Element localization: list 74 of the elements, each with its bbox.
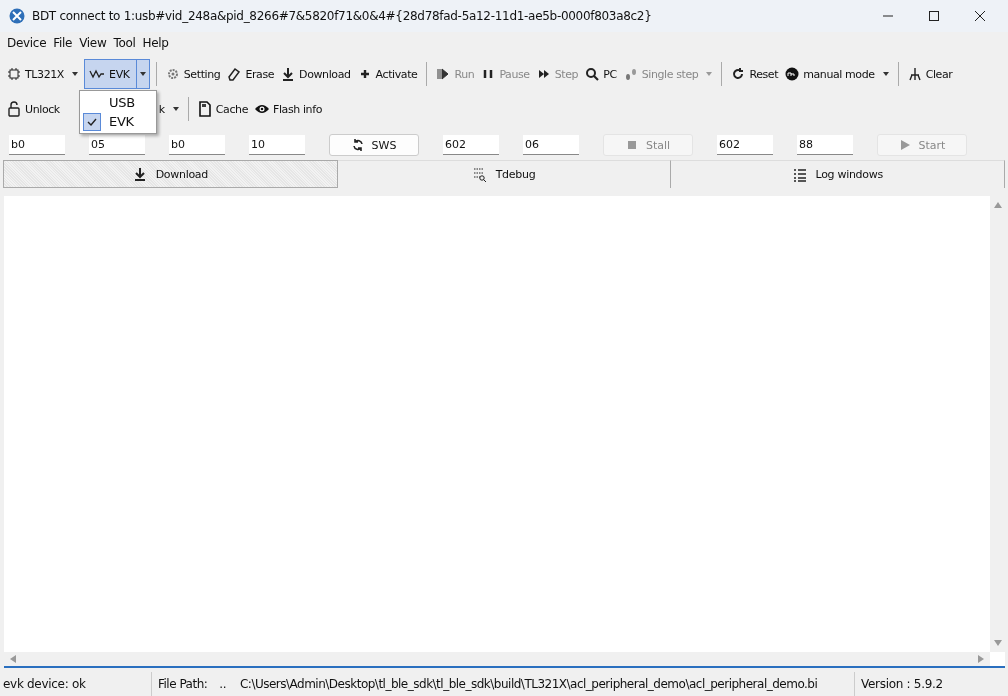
footsteps-icon	[623, 67, 638, 81]
menu-item[interactable]: EVK	[80, 112, 156, 131]
chip-icon	[7, 67, 21, 81]
tab[interactable]: Tdebug	[337, 160, 672, 188]
menu-item[interactable]: Tool	[113, 36, 136, 52]
split-label: EVK	[109, 67, 130, 81]
sd-card-icon	[197, 101, 212, 117]
window-title: BDT connect to 1:usb#vid_248a&pid_8266#7&5820f71&0&4#{28d78fad-5a12-11d1-ae5b-0000f803a8c2}	[32, 9, 653, 23]
action-button[interactable]: SWS	[329, 134, 419, 156]
version-label: Version : 5.9.2	[860, 676, 943, 693]
toolbar-button[interactable]: Download	[278, 65, 354, 83]
maximize-icon[interactable]	[928, 10, 940, 22]
scroll-down-icon[interactable]	[993, 640, 1002, 646]
file-path-label: File Path:	[158, 677, 208, 691]
input-field[interactable]: b0	[169, 135, 225, 155]
stop-icon	[625, 139, 638, 151]
toolbar-button[interactable]: Setting	[162, 65, 224, 83]
binary-search-icon	[472, 167, 487, 182]
mode-icon	[785, 67, 800, 81]
eraser-icon	[227, 67, 242, 81]
toolbar-button[interactable]: Cache	[194, 99, 252, 119]
caret-icon	[172, 107, 179, 111]
toolbar-button[interactable]: Activate	[354, 65, 421, 83]
tab[interactable]: Log windows	[671, 160, 1005, 188]
toolbar-button[interactable]: Reset	[728, 65, 782, 83]
input-field[interactable]: 06	[523, 135, 579, 155]
ellipsis: ..	[219, 677, 226, 691]
check-icon	[87, 117, 97, 126]
input-field[interactable]: 88	[797, 135, 853, 155]
menu-item[interactable]: Help	[142, 36, 169, 52]
input-field[interactable]: b0	[9, 135, 65, 155]
input-field[interactable]: 10	[249, 135, 305, 155]
toolbar-button[interactable]: PC	[582, 65, 620, 83]
device-split-button[interactable]: EVK	[84, 59, 150, 89]
gear-icon	[165, 67, 180, 81]
toolbar-button[interactable]: k	[155, 100, 182, 118]
caret-icon[interactable]	[135, 60, 149, 88]
play-icon	[898, 139, 911, 151]
caret-icon	[72, 72, 78, 76]
scroll-right-icon[interactable]	[978, 655, 984, 663]
step-icon	[536, 67, 551, 81]
scroll-up-icon[interactable]	[993, 202, 1002, 208]
caret-icon	[706, 72, 713, 76]
device-status: evk device: ok	[0, 672, 152, 696]
toolbar-button[interactable]: Clear	[904, 65, 956, 83]
reset-icon	[731, 67, 746, 81]
app-icon	[9, 8, 25, 24]
search-icon	[585, 67, 600, 81]
download-arrow-icon	[132, 167, 147, 181]
toolbar-button[interactable]: Erase	[224, 65, 278, 83]
tab[interactable]: Download	[3, 160, 338, 188]
toolbar-button[interactable]: Unlock	[4, 99, 63, 119]
list-icon	[792, 167, 807, 182]
run-icon	[436, 67, 451, 81]
menu-item[interactable]: File	[53, 36, 73, 52]
broom-icon	[907, 67, 922, 81]
toolbar-button[interactable]: TL321X	[4, 65, 81, 83]
unlock-icon	[7, 101, 21, 117]
download-arrow-icon	[281, 67, 296, 81]
toolbar-button[interactable]: Flash info	[252, 99, 325, 119]
refresh-icon	[351, 139, 364, 151]
scroll-left-icon[interactable]	[10, 655, 16, 663]
input-field[interactable]: 602	[443, 135, 499, 155]
wave-icon	[89, 68, 105, 80]
menu-item[interactable]: View	[79, 36, 107, 52]
menu-item[interactable]: Device	[7, 36, 47, 52]
toolbar-button[interactable]: manual mode	[782, 65, 892, 83]
horizontal-scrollbar[interactable]	[4, 652, 990, 666]
menu-item[interactable]: USB	[80, 93, 156, 112]
close-icon[interactable]	[974, 10, 986, 22]
input-field[interactable]: 05	[89, 135, 145, 155]
file-path: C:\Users\Admin\Desktop\tl_ble_sdk\tl_ble_sdk\build\TL321X\acl_peripheral_demo\acl_peripheral_demo.bi	[239, 677, 818, 691]
caret-icon	[882, 72, 889, 76]
input-field[interactable]: 602	[717, 135, 773, 155]
